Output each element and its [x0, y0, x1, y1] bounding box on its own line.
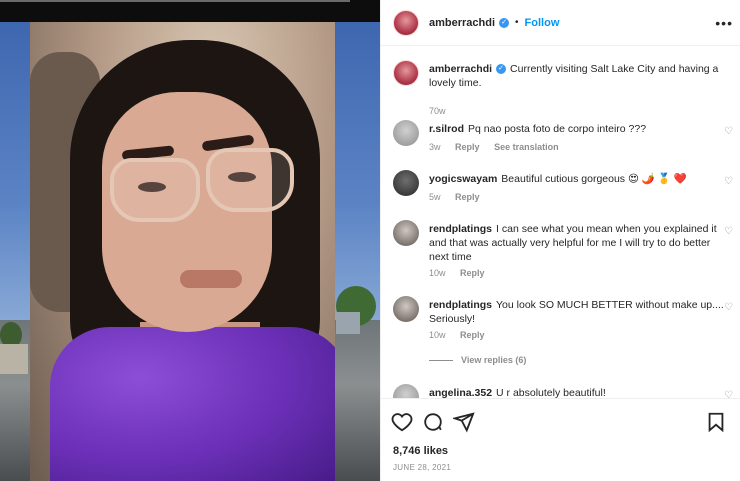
heart-icon[interactable]	[391, 411, 413, 433]
reply-button[interactable]: Reply	[460, 330, 485, 340]
heart-icon[interactable]: ♡	[724, 126, 733, 137]
comment-time: 5w	[429, 192, 441, 202]
list-item: rendplatings I can see what you mean when…	[393, 220, 733, 284]
comment-username[interactable]: rendplatings	[429, 299, 492, 311]
heart-icon[interactable]: ♡	[724, 302, 733, 313]
list-item: rendplatings You look SO MUCH BETTER with…	[393, 296, 733, 344]
avatar[interactable]	[393, 170, 419, 196]
list-item: yogicswayam Beautiful cutious gorgeous 😍 …	[393, 170, 733, 210]
view-replies-label: View replies (6)	[461, 355, 527, 365]
comment-time: 3w	[429, 142, 441, 152]
avatar[interactable]	[393, 296, 419, 322]
heart-icon[interactable]: ♡	[724, 390, 733, 398]
reply-button[interactable]: Reply	[455, 192, 480, 202]
comment-time: 10w	[429, 330, 446, 340]
view-replies-button[interactable]: View replies (6)	[429, 355, 526, 365]
comment-time: 10w	[429, 268, 446, 278]
see-translation-button[interactable]: See translation	[494, 142, 559, 152]
comment-username[interactable]: amberrachdi	[429, 63, 492, 75]
avatar[interactable]	[393, 120, 419, 146]
verified-badge-icon: ✓	[496, 64, 507, 75]
post-media[interactable]	[0, 0, 380, 481]
background-building	[336, 312, 360, 334]
post-actions: 8,746 likes JUNE 28, 2021	[381, 398, 740, 481]
list-item: r.silrod Pq nao posta foto de corpo intei…	[393, 120, 733, 160]
post-date: JUNE 28, 2021	[393, 463, 452, 472]
avatar[interactable]	[393, 384, 419, 398]
comment-username[interactable]: r.silrod	[429, 123, 464, 135]
action-icons	[391, 411, 731, 433]
avatar[interactable]	[393, 9, 419, 36]
comment-time: 70w	[429, 106, 446, 116]
comments-list[interactable]: amberrachdi ✓ Currently visiting Salt Lake…	[381, 46, 740, 398]
purple-top	[50, 327, 335, 481]
likes-count[interactable]: 8,746 likes	[393, 445, 448, 457]
reply-button[interactable]: Reply	[455, 142, 480, 152]
comment-text: U r absolutely beautiful!	[496, 387, 606, 398]
more-icon[interactable]: •••	[715, 15, 733, 31]
post-side-panel: amberrachdi ✓ • Follow ••• amberrachdi ✓ C…	[380, 0, 740, 481]
list-item: angelina.352 U r absolutely beautiful! ♡	[393, 384, 733, 398]
verified-badge-icon: ✓	[499, 17, 510, 28]
comment-icon[interactable]	[422, 411, 444, 433]
post-photo[interactable]	[30, 22, 335, 481]
comment-username[interactable]: rendplatings	[429, 223, 492, 235]
bookmark-icon[interactable]	[705, 411, 727, 433]
share-icon[interactable]	[453, 411, 475, 433]
comment-username[interactable]: yogicswayam	[429, 173, 497, 185]
avatar[interactable]	[393, 60, 419, 86]
reply-button[interactable]: Reply	[460, 268, 485, 278]
background-building	[0, 344, 28, 374]
glasses	[110, 158, 200, 222]
heart-icon[interactable]: ♡	[724, 226, 733, 237]
post-header: amberrachdi ✓ • Follow •••	[381, 0, 740, 46]
comment-text: Pq nao posta foto de corpo inteiro ???	[468, 123, 647, 135]
caption: amberrachdi ✓ Currently visiting Salt Lake…	[393, 60, 733, 116]
comment-text: Beautiful cutious gorgeous 😍 🌶️ 🥇 ❤️	[501, 173, 687, 185]
comment-username[interactable]: angelina.352	[429, 387, 492, 398]
follow-button[interactable]: Follow	[525, 17, 560, 29]
avatar[interactable]	[393, 220, 419, 246]
media-top-bar	[0, 0, 380, 22]
separator-dot: •	[515, 17, 519, 28]
post-username[interactable]: amberrachdi	[429, 17, 495, 29]
heart-icon[interactable]: ♡	[724, 176, 733, 187]
glasses	[206, 148, 294, 212]
